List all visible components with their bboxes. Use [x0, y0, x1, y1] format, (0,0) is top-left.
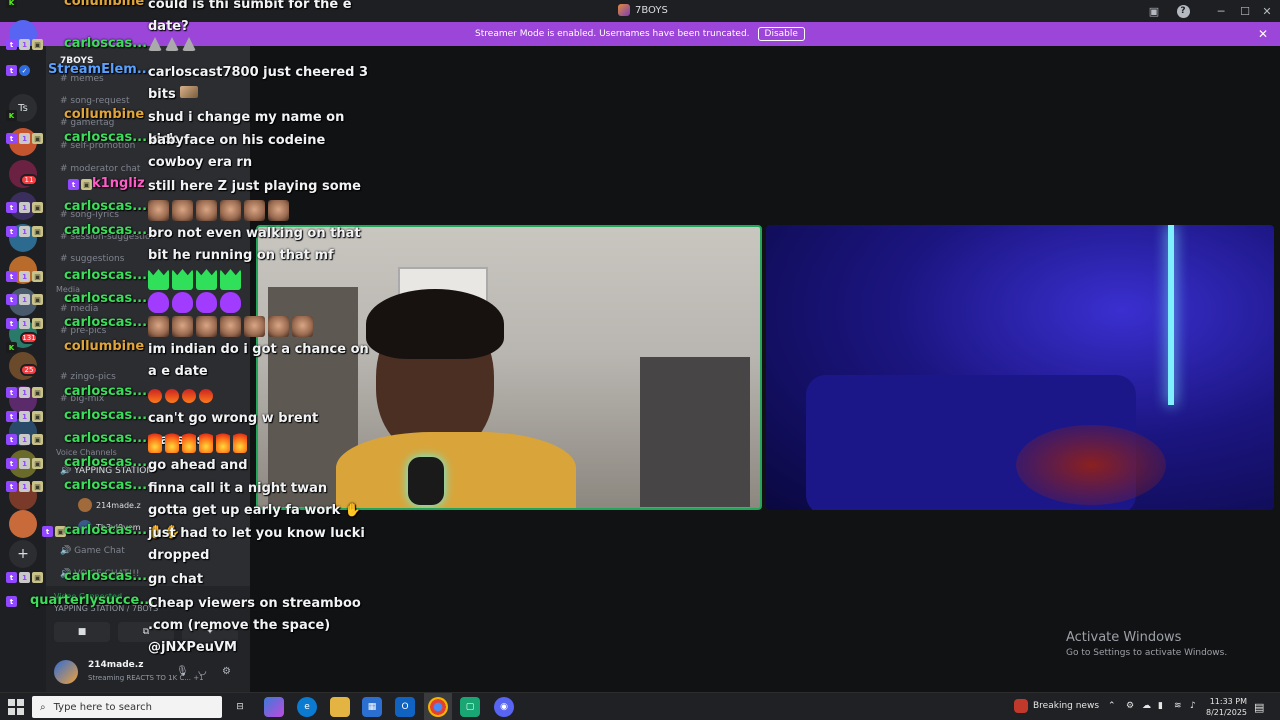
video-person	[366, 289, 504, 359]
activate-windows-subtitle: Go to Settings to activate Windows.	[1066, 648, 1228, 658]
chat-username: carloscas...	[64, 223, 148, 238]
app-icon[interactable]: ▢	[460, 697, 480, 717]
chrome-icon[interactable]	[428, 697, 448, 717]
chat-username: carloscas...	[64, 384, 148, 399]
sub-badge-icon: 1	[19, 39, 30, 50]
chat-text: could is thi sumbit for the e date?	[148, 0, 352, 34]
outlook-icon[interactable]: O	[395, 697, 415, 717]
video-tile[interactable]	[766, 225, 1274, 510]
kick-icon: K	[6, 110, 17, 121]
chat-text: carloscast7800 just cheered 3 bits	[148, 65, 369, 102]
help-icon[interactable]: ?	[1174, 3, 1192, 19]
clock-date: 8/21/2025	[1206, 708, 1248, 717]
chat-username: carloscas...	[64, 315, 148, 330]
discord-icon[interactable]: ◉	[494, 697, 514, 717]
taskbar-search[interactable]: ⌕ Type here to search	[32, 696, 222, 718]
emote-row	[148, 316, 313, 337]
close-icon[interactable]: ✕	[1258, 27, 1268, 41]
chat-overlay: K collumbine could is thi sumbit for the…	[0, 0, 372, 692]
chat-username: quarterlysucce...	[30, 593, 155, 608]
clock-time: 11:33 PM	[1209, 697, 1248, 706]
chat-username: carloscas...	[64, 268, 148, 283]
emote-row	[148, 292, 241, 313]
volume-icon[interactable]: ♪	[1190, 701, 1196, 711]
window-title: 7BOYS	[618, 4, 668, 16]
chat-username: carloscas...	[64, 478, 148, 493]
inbox-icon[interactable]: ▣	[1145, 3, 1163, 19]
notification-icon[interactable]: ▤	[1254, 701, 1264, 714]
emote-icon	[165, 37, 179, 51]
chat-username: carloscas...	[64, 291, 148, 306]
close-button[interactable]: ✕	[1258, 3, 1276, 19]
kick-icon: K	[6, 0, 17, 8]
chat-text: just had to let you know lucki dropped	[148, 526, 365, 563]
taskbar: ⌕ Type here to search ⊟ e ▦ O ▢ ◉ Breaki…	[0, 692, 1280, 720]
store-icon[interactable]: ▦	[362, 697, 382, 717]
chat-text: im indian do i got a chance on a e date	[148, 342, 369, 379]
emote-icon	[182, 37, 196, 51]
banner-text: Streamer Mode is enabled. Usernames have…	[475, 29, 750, 39]
twitch-icon: t	[6, 39, 17, 50]
task-view-icon[interactable]: ⊟	[230, 697, 250, 717]
windows-start-icon[interactable]	[8, 699, 24, 715]
minimize-button[interactable]: ─	[1212, 3, 1230, 19]
emote-row	[148, 200, 289, 221]
bits-icon	[180, 86, 199, 98]
emote-row	[148, 432, 247, 453]
copilot-icon[interactable]	[264, 697, 284, 717]
video-microphone	[408, 457, 444, 505]
chat-username: carloscas...	[64, 408, 148, 423]
news-widget[interactable]: Breaking news	[1033, 701, 1099, 711]
emote-row	[148, 385, 213, 403]
tray-icon[interactable]: ☁	[1142, 701, 1151, 711]
chat-username: carloscas...	[64, 431, 148, 446]
wifi-icon[interactable]: ≋	[1174, 701, 1182, 711]
chat-username: carloscas...	[64, 455, 148, 470]
chat-text: bro not even walking on that bit he runn…	[148, 226, 361, 263]
clock[interactable]: 11:33 PM 8/21/2025	[1206, 696, 1247, 718]
twitch-icon: t	[6, 65, 17, 76]
verified-icon: ✓	[19, 65, 30, 76]
chat-username: carloscas...	[64, 569, 148, 584]
video-person	[336, 432, 576, 508]
maximize-button[interactable]: ☐	[1236, 3, 1254, 19]
server-icon	[618, 4, 630, 16]
edge-icon[interactable]: e	[297, 697, 317, 717]
chat-text: babyface on his codeine cowboy era rn	[148, 133, 326, 170]
chat-username: collumbine	[64, 107, 145, 122]
video-background	[640, 357, 750, 507]
chat-username: carloscas...	[64, 199, 148, 214]
screen: 7BOYS ▣ ? ─ ☐ ✕ Streamer Mode is enabled…	[0, 0, 1280, 720]
file-explorer-icon[interactable]	[330, 697, 350, 717]
chat-username: collumbine	[64, 339, 145, 354]
search-icon: ⌕	[40, 701, 46, 713]
main-stage: Activate Windows Go to Settings to activ…	[250, 46, 1280, 692]
chat-username: carloscas...	[64, 523, 148, 538]
chat-username: StreamElem...	[48, 62, 152, 77]
video-background	[1016, 425, 1166, 505]
tray-icon[interactable]: ⚙	[1126, 701, 1134, 711]
window-title-text: 7BOYS	[635, 4, 668, 16]
gift-badge-icon: ▣	[32, 39, 43, 50]
news-icon[interactable]	[1014, 699, 1028, 713]
chat-text: Cheap viewers on streamboo .com (remove …	[148, 596, 361, 655]
emote-row	[148, 37, 196, 51]
activate-windows-title: Activate Windows	[1066, 630, 1182, 645]
chat-username: carloscas...	[64, 130, 148, 145]
video-background	[1168, 225, 1174, 405]
chat-text: gn chat	[148, 572, 204, 587]
tray-icon[interactable]: ▮	[1158, 701, 1163, 711]
emote-row	[148, 269, 241, 290]
chevron-up-icon[interactable]: ⌃	[1108, 701, 1116, 711]
search-placeholder: Type here to search	[53, 701, 152, 713]
chat-text: go ahead and	[148, 458, 248, 473]
emote-icon	[148, 37, 162, 51]
chat-username: k1ngliz	[92, 176, 145, 191]
disable-button[interactable]: Disable	[757, 27, 805, 41]
chat-username: carloscas...	[64, 36, 148, 51]
chat-username: collumbine	[64, 0, 145, 9]
